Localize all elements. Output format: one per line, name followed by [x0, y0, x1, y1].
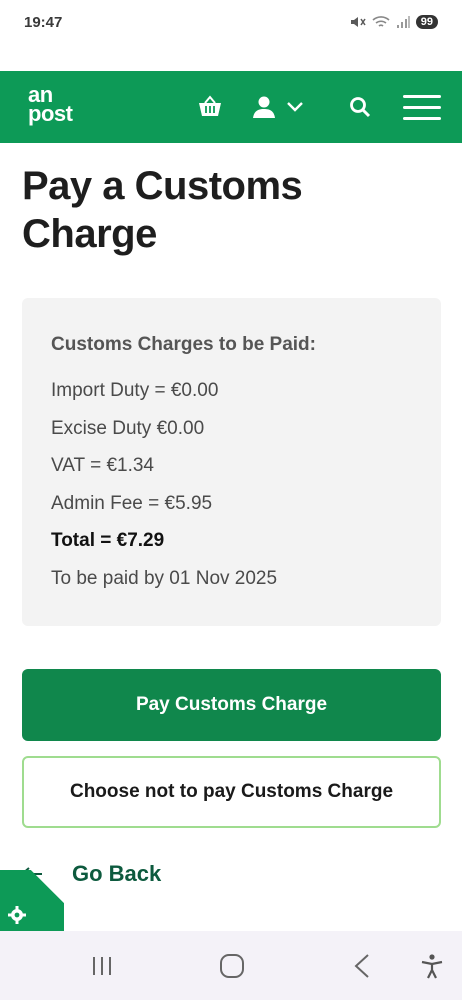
cookie-settings-button[interactable]: [0, 870, 64, 934]
recent-apps-button[interactable]: [88, 951, 116, 981]
excise-duty-line: Excise Duty €0.00: [51, 417, 205, 439]
search-icon: [350, 97, 371, 118]
gear-icon: [8, 906, 26, 924]
menu-icon: [403, 87, 441, 128]
battery-indicator: 99: [415, 15, 438, 29]
import-duty-line: Import Duty = €0.00: [51, 380, 219, 401]
status-time: 19:47: [24, 13, 63, 31]
go-back-label: Go Back: [72, 861, 162, 886]
due-date-line: To be paid by 01 Nov 2025: [51, 567, 278, 589]
logo-line2: post: [28, 101, 73, 126]
decline-customs-charge-button[interactable]: Choose not to pay Customs Charge: [22, 756, 441, 828]
wifi-icon: [372, 16, 390, 27]
charges-heading: Customs Charges to be Paid:: [51, 334, 316, 355]
an-post-logo[interactable]: an post: [28, 84, 73, 126]
search-button[interactable]: [346, 93, 374, 121]
signal-icon: [396, 16, 410, 28]
mute-icon: [350, 17, 366, 27]
accessibility-button[interactable]: [418, 951, 446, 981]
site-header: an post: [0, 71, 462, 143]
accessibility-icon: [421, 954, 443, 979]
back-icon: [354, 954, 369, 978]
menu-button[interactable]: [402, 93, 442, 121]
status-bar: 19:47 99: [0, 0, 462, 44]
vat-line: VAT = €1.34: [51, 455, 154, 476]
basket-button[interactable]: [196, 93, 224, 121]
home-button[interactable]: [218, 951, 246, 981]
admin-fee-line: Admin Fee = €5.95: [51, 492, 213, 514]
customs-charges-card: Customs Charges to be Paid: Import Duty …: [22, 298, 441, 626]
home-icon: [220, 954, 244, 978]
chevron-down-icon: [287, 102, 303, 112]
status-icons: 99: [350, 15, 438, 29]
recent-apps-icon: [93, 957, 111, 975]
total-line: Total = €7.29: [51, 530, 165, 551]
account-button[interactable]: [250, 93, 306, 121]
page-title: Pay a Customs Charge: [22, 164, 303, 256]
account-icon: [253, 96, 275, 118]
back-button[interactable]: [348, 951, 376, 981]
system-nav-bar: [0, 931, 462, 1000]
basket-icon: [199, 95, 221, 116]
pay-customs-charge-button[interactable]: Pay Customs Charge: [22, 669, 441, 741]
